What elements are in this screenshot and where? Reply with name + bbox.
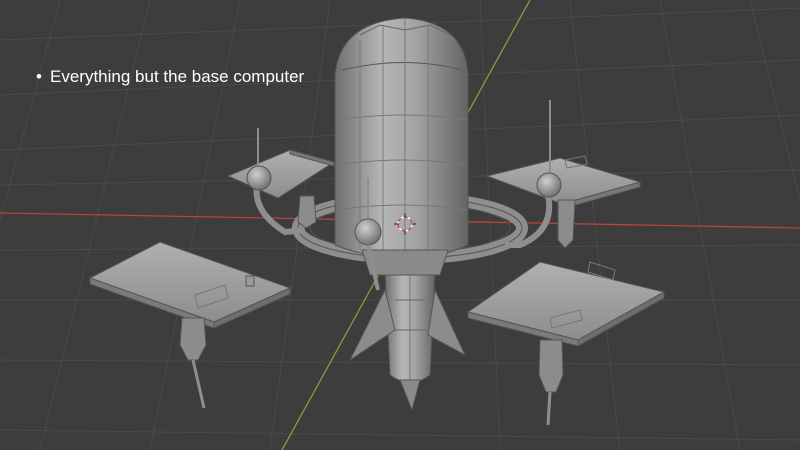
bullet-list: • Everything but the base computer [36,66,304,88]
3d-viewport[interactable]: • Everything but the base computer [0,0,800,450]
bullet-text: Everything but the base computer [50,67,305,86]
platform-front-left [88,241,292,409]
bullet-dot-icon: • [36,67,42,86]
bullet-item: • Everything but the base computer [36,66,304,88]
